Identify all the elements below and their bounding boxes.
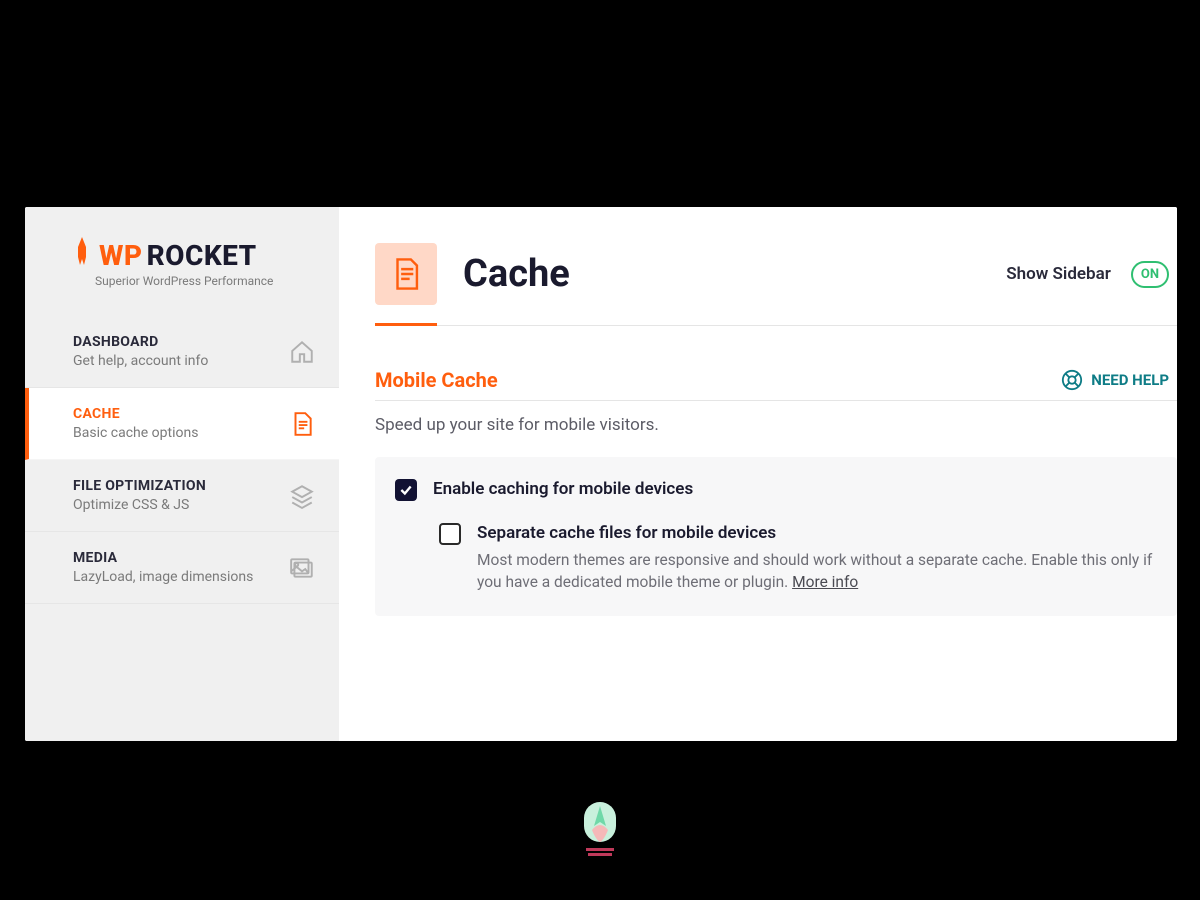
document-icon	[289, 411, 315, 437]
need-help-link[interactable]: NEED HELP	[1061, 369, 1169, 391]
logo-text-wp: WP	[99, 239, 143, 272]
nav-sub: Optimize CSS & JS	[73, 497, 206, 513]
status-badge: ON	[1131, 261, 1169, 288]
section-description: Speed up your site for mobile visitors.	[375, 415, 1177, 435]
nav-sub: Get help, account info	[73, 353, 208, 369]
options-panel: Enable caching for mobile devices Separa…	[375, 457, 1177, 616]
divider	[375, 400, 1177, 401]
nav-title: MEDIA	[73, 550, 253, 566]
brand-logo: WP ROCKET Superior WordPress Performance	[25, 207, 339, 316]
sidebar-item-cache[interactable]: CACHE Basic cache options	[25, 388, 339, 460]
option-label: Separate cache files for mobile devices	[477, 523, 1157, 543]
checkbox-separate-mobile-cache[interactable]	[439, 523, 461, 545]
images-icon	[289, 555, 315, 581]
logo-tagline: Superior WordPress Performance	[95, 274, 309, 288]
option-help-text: Most modern themes are responsive and sh…	[477, 549, 1157, 594]
option-label: Enable caching for mobile devices	[433, 479, 693, 499]
section-title: Mobile Cache	[375, 368, 498, 392]
logo-text-rocket: ROCKET	[147, 239, 257, 272]
app-window: WP ROCKET Superior WordPress Performance…	[25, 207, 1177, 741]
page-icon	[375, 243, 437, 305]
sidebar: WP ROCKET Superior WordPress Performance…	[25, 207, 339, 741]
outer-page-title: Speed Up Your WordPress Site	[0, 0, 1200, 94]
layers-icon	[289, 483, 315, 509]
tab-underline	[375, 325, 1177, 326]
page-title: Cache	[463, 252, 570, 296]
sidebar-item-file-optimization[interactable]: FILE OPTIMIZATION Optimize CSS & JS	[25, 460, 339, 532]
nav-sub: Basic cache options	[73, 425, 198, 441]
more-info-link[interactable]: More info	[792, 573, 858, 591]
nav-sub: LazyLoad, image dimensions	[73, 569, 253, 585]
main-header: Cache Show Sidebar ON	[375, 243, 1177, 305]
rocket-icon	[73, 237, 91, 265]
sidebar-item-dashboard[interactable]: DASHBOARD Get help, account info	[25, 316, 339, 388]
nav-title: DASHBOARD	[73, 334, 208, 350]
main-panel: Cache Show Sidebar ON Mobile Cache NEED …	[339, 207, 1177, 741]
checkbox-enable-mobile-cache[interactable]	[395, 479, 417, 501]
show-sidebar-button[interactable]: Show Sidebar	[1006, 264, 1111, 284]
option-enable-mobile-cache: Enable caching for mobile devices	[395, 479, 1157, 501]
sidebar-nav: DASHBOARD Get help, account info CACHE B…	[25, 316, 339, 604]
lifebuoy-icon	[1061, 369, 1083, 391]
nav-title: FILE OPTIMIZATION	[73, 478, 206, 494]
footer-logo	[570, 800, 630, 870]
option-separate-mobile-cache: Separate cache files for mobile devices …	[439, 523, 1157, 594]
home-icon	[289, 339, 315, 365]
need-help-label: NEED HELP	[1091, 371, 1169, 389]
check-icon	[399, 483, 413, 497]
sidebar-item-media[interactable]: MEDIA LazyLoad, image dimensions	[25, 532, 339, 604]
nav-title: CACHE	[73, 406, 198, 422]
